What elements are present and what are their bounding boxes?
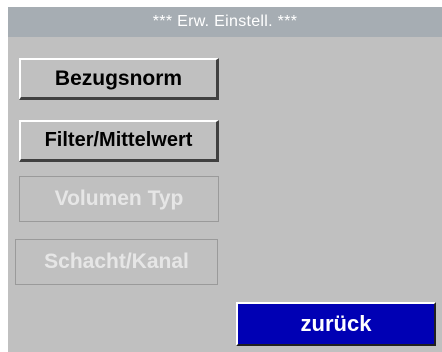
settings-screen: *** Erw. Einstell. *** Bezugsnorm Filter… [8,7,442,352]
filter-mittelwert-button[interactable]: Filter/Mittelwert [19,120,219,162]
bezugsnorm-button[interactable]: Bezugsnorm [19,58,219,100]
volumen-typ-button[interactable]: Volumen Typ [19,176,219,222]
screen-title-bar: *** Erw. Einstell. *** [8,7,442,37]
schacht-kanal-button[interactable]: Schacht/Kanal [15,239,218,285]
back-button[interactable]: zurück [236,302,436,346]
